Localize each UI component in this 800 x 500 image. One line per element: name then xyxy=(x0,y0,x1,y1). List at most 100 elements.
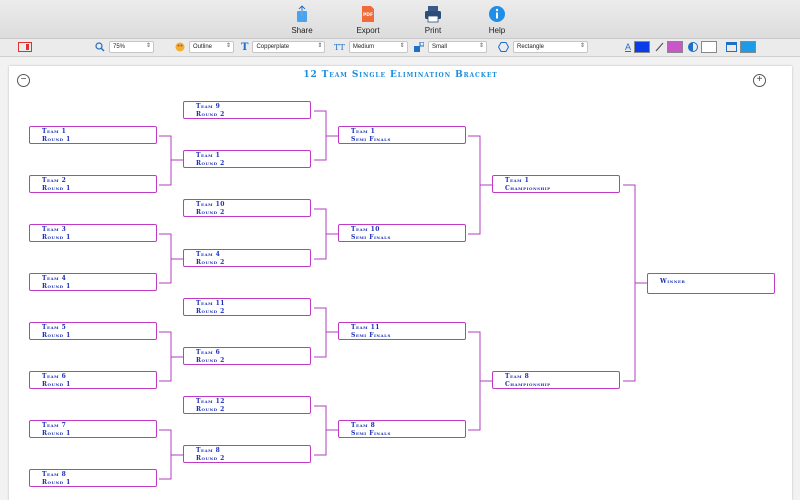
font-weight-icon: TT xyxy=(334,42,345,52)
team-name: Team 9 xyxy=(196,103,221,110)
round-label: Round 2 xyxy=(196,357,225,364)
semifinal-team-box[interactable]: Team 8 Semi Finals xyxy=(338,420,466,438)
stepper-arrows-icon: ⇕ xyxy=(478,43,484,49)
shape-select[interactable]: Rectangle ⇕ xyxy=(513,41,588,53)
team-name: Team 8 xyxy=(505,373,530,380)
line-color-icon xyxy=(655,42,664,52)
team-name: Team 2 xyxy=(42,177,67,184)
fill-color-control[interactable] xyxy=(688,41,717,53)
round-label: Championship xyxy=(505,381,551,388)
line-color-swatch[interactable] xyxy=(667,41,683,53)
team-name: Team 3 xyxy=(42,226,67,233)
bracket-canvas[interactable]: 12 Team Single Elimination Bracket − + T… xyxy=(9,66,792,500)
round1-team-box[interactable]: Team 2 Round 1 xyxy=(29,175,157,193)
shape-control[interactable]: Rectangle ⇕ xyxy=(498,41,588,53)
fill-color-swatch[interactable] xyxy=(701,41,717,53)
round-label: Round 2 xyxy=(196,160,225,167)
round-label: Semi Finals xyxy=(351,430,391,437)
round1-team-box[interactable]: Team 4 Round 1 xyxy=(29,273,157,291)
round-label: Round 1 xyxy=(42,234,71,241)
round-label: Round 2 xyxy=(196,308,225,315)
text-color-swatch[interactable] xyxy=(634,41,651,53)
round-label: Round 2 xyxy=(196,209,225,216)
round2-team-box[interactable]: Team 12 Round 2 xyxy=(183,396,311,414)
size-icon xyxy=(414,42,424,52)
team-name: Team 5 xyxy=(42,324,67,331)
round-label: Round 2 xyxy=(196,455,225,462)
round1-team-box[interactable]: Team 5 Round 1 xyxy=(29,322,157,340)
pdf-export-icon: PDF xyxy=(362,6,374,22)
round-label: Round 1 xyxy=(42,283,71,290)
weight-control[interactable]: TT Medium ⇕ xyxy=(334,41,408,53)
export-label: Export xyxy=(356,26,380,35)
round2-team-box[interactable]: Team 9 Round 2 xyxy=(183,101,311,119)
championship-team-box[interactable]: Team 8 Championship xyxy=(492,371,620,389)
semifinal-team-box[interactable]: Team 11 Semi Finals xyxy=(338,322,466,340)
background-control[interactable] xyxy=(726,41,756,53)
help-label: Help xyxy=(488,26,506,35)
team-name: Team 1 xyxy=(42,128,67,135)
window-layout-icon xyxy=(726,42,737,52)
round-label: Championship xyxy=(505,185,551,192)
main-toolbar: Share PDF Export Print Help xyxy=(0,0,800,39)
hexagon-icon xyxy=(498,42,509,52)
font-select[interactable]: Copperplate ⇕ xyxy=(252,41,326,53)
palette-icon xyxy=(175,42,185,52)
weight-select[interactable]: Medium ⇕ xyxy=(348,41,408,53)
round1-team-box[interactable]: Team 3 Round 1 xyxy=(29,224,157,242)
round-label: Round 1 xyxy=(42,185,71,192)
size-value: Small xyxy=(432,44,448,50)
help-button[interactable]: Help xyxy=(467,3,527,35)
background-color-swatch[interactable] xyxy=(740,41,756,53)
fill-color-icon xyxy=(688,42,698,52)
semifinal-team-box[interactable]: Team 1 Semi Finals xyxy=(338,126,466,144)
round-label: Round 2 xyxy=(196,406,225,413)
info-icon xyxy=(489,6,505,22)
zoom-select[interactable]: 75% ⇕ xyxy=(109,41,154,53)
style-select[interactable]: Outline ⇕ xyxy=(189,41,234,53)
size-select[interactable]: Small ⇕ xyxy=(428,41,487,53)
team-name: Team 8 xyxy=(196,447,221,454)
stepper-arrows-icon: ⇕ xyxy=(317,43,323,49)
team-name: Team 1 xyxy=(196,152,221,159)
round-label: Semi Finals xyxy=(351,332,391,339)
team-name: Team 10 xyxy=(351,226,380,233)
printer-icon xyxy=(425,6,441,23)
winner-box[interactable]: Winner xyxy=(647,273,775,294)
share-button[interactable]: Share xyxy=(272,3,332,35)
size-control[interactable]: Small ⇕ xyxy=(414,41,487,53)
style-control[interactable]: Outline ⇕ xyxy=(175,41,234,53)
semifinal-team-box[interactable]: Team 10 Semi Finals xyxy=(338,224,466,242)
round2-team-box[interactable]: Team 6 Round 2 xyxy=(183,347,311,365)
round2-team-box[interactable]: Team 4 Round 2 xyxy=(183,249,311,267)
round1-team-box[interactable]: Team 6 Round 1 xyxy=(29,371,157,389)
sidebar-toggle-icon xyxy=(18,42,32,52)
round1-team-box[interactable]: Team 1 Round 1 xyxy=(29,126,157,144)
export-button[interactable]: PDF Export xyxy=(338,3,398,35)
print-button[interactable]: Print xyxy=(403,3,463,35)
weight-value: Medium xyxy=(352,44,375,50)
zoom-control[interactable]: 75% ⇕ xyxy=(95,41,154,53)
round-label: Round 1 xyxy=(42,136,71,143)
magnifier-icon xyxy=(95,42,105,52)
team-name: Team 6 xyxy=(196,349,221,356)
round2-team-box[interactable]: Team 10 Round 2 xyxy=(183,199,311,217)
round2-team-box[interactable]: Team 8 Round 2 xyxy=(183,445,311,463)
line-color-control[interactable] xyxy=(655,41,683,53)
style-value: Outline xyxy=(193,44,213,50)
text-color-control[interactable]: A xyxy=(625,41,651,53)
round1-team-box[interactable]: Team 7 Round 1 xyxy=(29,420,157,438)
round2-team-box[interactable]: Team 1 Round 2 xyxy=(183,150,311,168)
winner-label: Winner xyxy=(660,278,686,285)
round1-team-box[interactable]: Team 8 Round 1 xyxy=(29,469,157,487)
team-name: Team 4 xyxy=(42,275,67,282)
font-control[interactable]: T Copperplate ⇕ xyxy=(241,41,326,53)
round2-team-box[interactable]: Team 11 Round 2 xyxy=(183,298,311,316)
championship-team-box[interactable]: Team 1 Championship xyxy=(492,175,620,193)
svg-text:PDF: PDF xyxy=(363,12,373,18)
font-value: Copperplate xyxy=(256,44,290,50)
sidebar-toggle-button[interactable] xyxy=(18,41,32,53)
team-name: Team 6 xyxy=(42,373,67,380)
format-bar: 75% ⇕ Outline ⇕ T Copperplate ⇕ TT Medium ⇕ … xyxy=(0,39,800,57)
shape-value: Rectangle xyxy=(517,44,545,50)
